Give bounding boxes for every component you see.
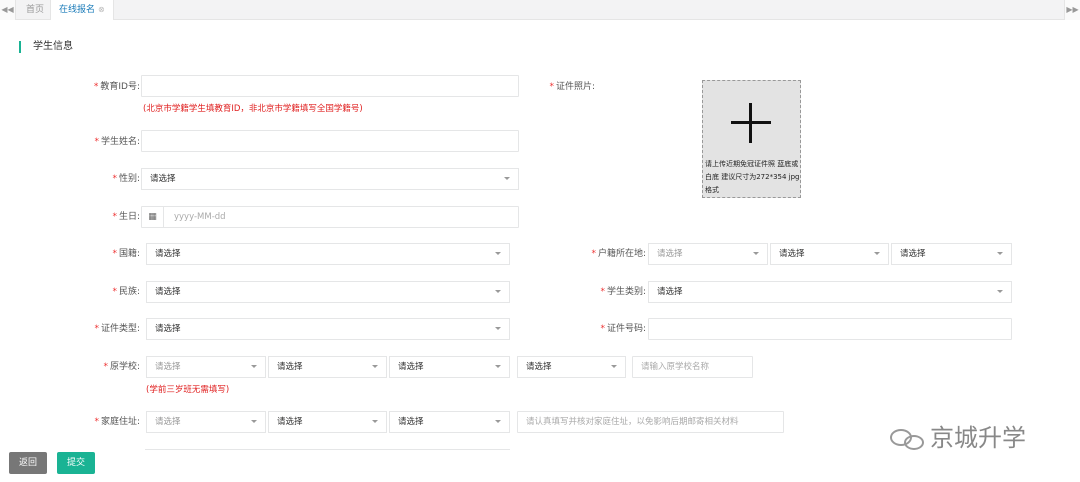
home-address-detail-input[interactable]: 请认真填写并核对家庭住址，以免影响后期邮寄相关材料	[517, 411, 784, 433]
hukou-label: * 户籍所在地:	[591, 249, 646, 259]
ethnicity-value: 请选择	[155, 287, 181, 297]
birthday-placeholder: yyyy-MM-dd	[174, 212, 226, 222]
chevron-down-icon	[372, 365, 378, 368]
wechat-icon	[890, 426, 926, 452]
origin-school-label: * 原学校:	[103, 362, 140, 372]
ethnicity-label: * 民族:	[112, 287, 140, 297]
home-address-label: * 家庭住址:	[94, 417, 140, 427]
home-address-district-value: 请选择	[398, 417, 424, 427]
hukou-province-select[interactable]: 请选择	[648, 243, 768, 265]
chevron-down-icon	[504, 177, 510, 180]
chevron-down-icon	[251, 420, 257, 423]
tab-online-registration[interactable]: 在线报名 ⊗	[50, 0, 114, 20]
partial-field-edge	[145, 449, 510, 453]
origin-school-name-placeholder: 请输入原学校名称	[641, 362, 710, 372]
hukou-district-value: 请选择	[900, 249, 926, 259]
ethnicity-select[interactable]: 请选择	[146, 281, 510, 303]
home-address-city-select[interactable]: 请选择	[268, 411, 387, 433]
chevron-down-icon	[997, 290, 1003, 293]
id-type-value: 请选择	[155, 324, 181, 334]
origin-school-province-select[interactable]: 请选择	[146, 356, 266, 378]
chevron-down-icon	[495, 252, 501, 255]
home-address-district-select[interactable]: 请选择	[389, 411, 510, 433]
nationality-select[interactable]: 请选择	[146, 243, 510, 265]
origin-school-name-input[interactable]: 请输入原学校名称	[632, 356, 753, 378]
gender-value: 请选择	[150, 174, 176, 184]
calendar-icon[interactable]: ▦	[142, 207, 164, 227]
photo-upload[interactable]: 请上传近期免冠证件照 蓝底或白底 建议尺寸为272*354 jpg格式	[702, 80, 801, 198]
origin-school-district-select[interactable]: 请选择	[389, 356, 510, 378]
chevron-down-icon	[495, 327, 501, 330]
tab-scroll-left-icon[interactable]: ◀◀	[0, 0, 16, 20]
photo-label: * 证件照片:	[549, 82, 595, 92]
origin-school-district-value: 请选择	[398, 362, 424, 372]
chevron-down-icon	[495, 365, 501, 368]
tab-scroll-right-icon[interactable]: ▶▶	[1064, 0, 1080, 20]
tab-close-icon[interactable]: ⊗	[98, 5, 105, 14]
back-button[interactable]: 返回	[9, 452, 48, 474]
id-type-select[interactable]: 请选择	[146, 318, 510, 340]
chevron-down-icon	[874, 252, 880, 255]
tab-online-registration-label: 在线报名	[59, 5, 96, 15]
birthday-input[interactable]: ▦ yyyy-MM-dd	[141, 206, 519, 228]
watermark: 京城升学	[890, 418, 1026, 453]
hukou-province-value: 请选择	[657, 249, 683, 259]
student-type-value: 请选择	[657, 287, 683, 297]
origin-school-city-value: 请选择	[277, 362, 303, 372]
hukou-city-select[interactable]: 请选择	[770, 243, 889, 265]
tab-home[interactable]: 首页	[18, 0, 52, 20]
home-address-province-select[interactable]: 请选择	[146, 411, 266, 433]
origin-school-hint: (学前三岁班无需填写)	[146, 385, 230, 395]
chevron-down-icon	[997, 252, 1003, 255]
section-title: 学生信息	[19, 41, 73, 53]
gender-select[interactable]: 请选择	[141, 168, 519, 190]
submit-button[interactable]: 提交	[57, 452, 96, 474]
home-address-placeholder: 请认真填写并核对家庭住址，以免影响后期邮寄相关材料	[526, 417, 739, 427]
birthday-label: * 生日:	[112, 212, 140, 222]
id-type-label: * 证件类型:	[94, 324, 140, 334]
edu-id-hint: (北京市学籍学生填教育ID，非北京市学籍填写全国学籍号)	[143, 104, 363, 114]
chevron-down-icon	[753, 252, 759, 255]
chevron-down-icon	[611, 365, 617, 368]
id-number-label: * 证件号码:	[600, 324, 646, 334]
edu-id-input[interactable]	[141, 75, 519, 97]
hukou-district-select[interactable]: 请选择	[891, 243, 1012, 265]
edu-id-label: * 教育ID号:	[93, 82, 140, 92]
home-address-province-value: 请选择	[155, 417, 181, 427]
home-address-city-value: 请选择	[277, 417, 303, 427]
origin-school-type-value: 请选择	[526, 362, 552, 372]
chevron-down-icon	[372, 420, 378, 423]
gender-label: * 性别:	[112, 174, 140, 184]
student-type-label: * 学生类别:	[600, 287, 646, 297]
student-type-select[interactable]: 请选择	[648, 281, 1012, 303]
tab-bar: ◀◀ 首页 在线报名 ⊗ ▶▶	[0, 0, 1080, 20]
origin-school-city-select[interactable]: 请选择	[268, 356, 387, 378]
hukou-city-value: 请选择	[779, 249, 805, 259]
photo-upload-text: 请上传近期免冠证件照 蓝底或白底 建议尺寸为272*354 jpg格式	[705, 160, 800, 194]
watermark-text: 京城升学	[930, 424, 1026, 452]
origin-school-type-select[interactable]: 请选择	[517, 356, 626, 378]
chevron-down-icon	[495, 420, 501, 423]
tab-home-label: 首页	[26, 5, 45, 15]
chevron-down-icon	[495, 290, 501, 293]
id-number-input[interactable]	[648, 318, 1012, 340]
student-name-label: * 学生姓名:	[94, 137, 140, 147]
origin-school-province-value: 请选择	[155, 362, 181, 372]
chevron-down-icon	[251, 365, 257, 368]
student-name-input[interactable]	[141, 130, 519, 152]
nationality-label: * 国籍:	[112, 249, 140, 259]
nationality-value: 请选择	[155, 249, 181, 259]
